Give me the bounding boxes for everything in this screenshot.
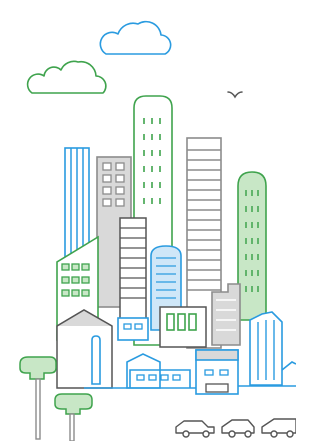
- house-gray-roof: [56, 309, 113, 389]
- building-green-pillars: [159, 306, 207, 348]
- tree-icon: [54, 393, 93, 441]
- city-illustration: [0, 0, 296, 441]
- house-blue-small: [117, 317, 149, 341]
- city-skyline-svg: [19, 20, 296, 441]
- building-green-rounded: [237, 171, 267, 321]
- cloud-icon: [99, 20, 172, 55]
- tree-icon: [19, 356, 57, 440]
- building-white-striped: [119, 217, 147, 329]
- building-blue-front: [195, 349, 239, 395]
- car-icon: [261, 418, 296, 438]
- car-icon: [175, 420, 215, 438]
- building-blue-stepped: [249, 311, 296, 386]
- cloud-icon: [26, 60, 107, 94]
- car-icon: [221, 419, 255, 438]
- bird-icon: [227, 91, 243, 99]
- building-blue-low: [126, 353, 191, 389]
- building-gray-flat: [211, 283, 241, 346]
